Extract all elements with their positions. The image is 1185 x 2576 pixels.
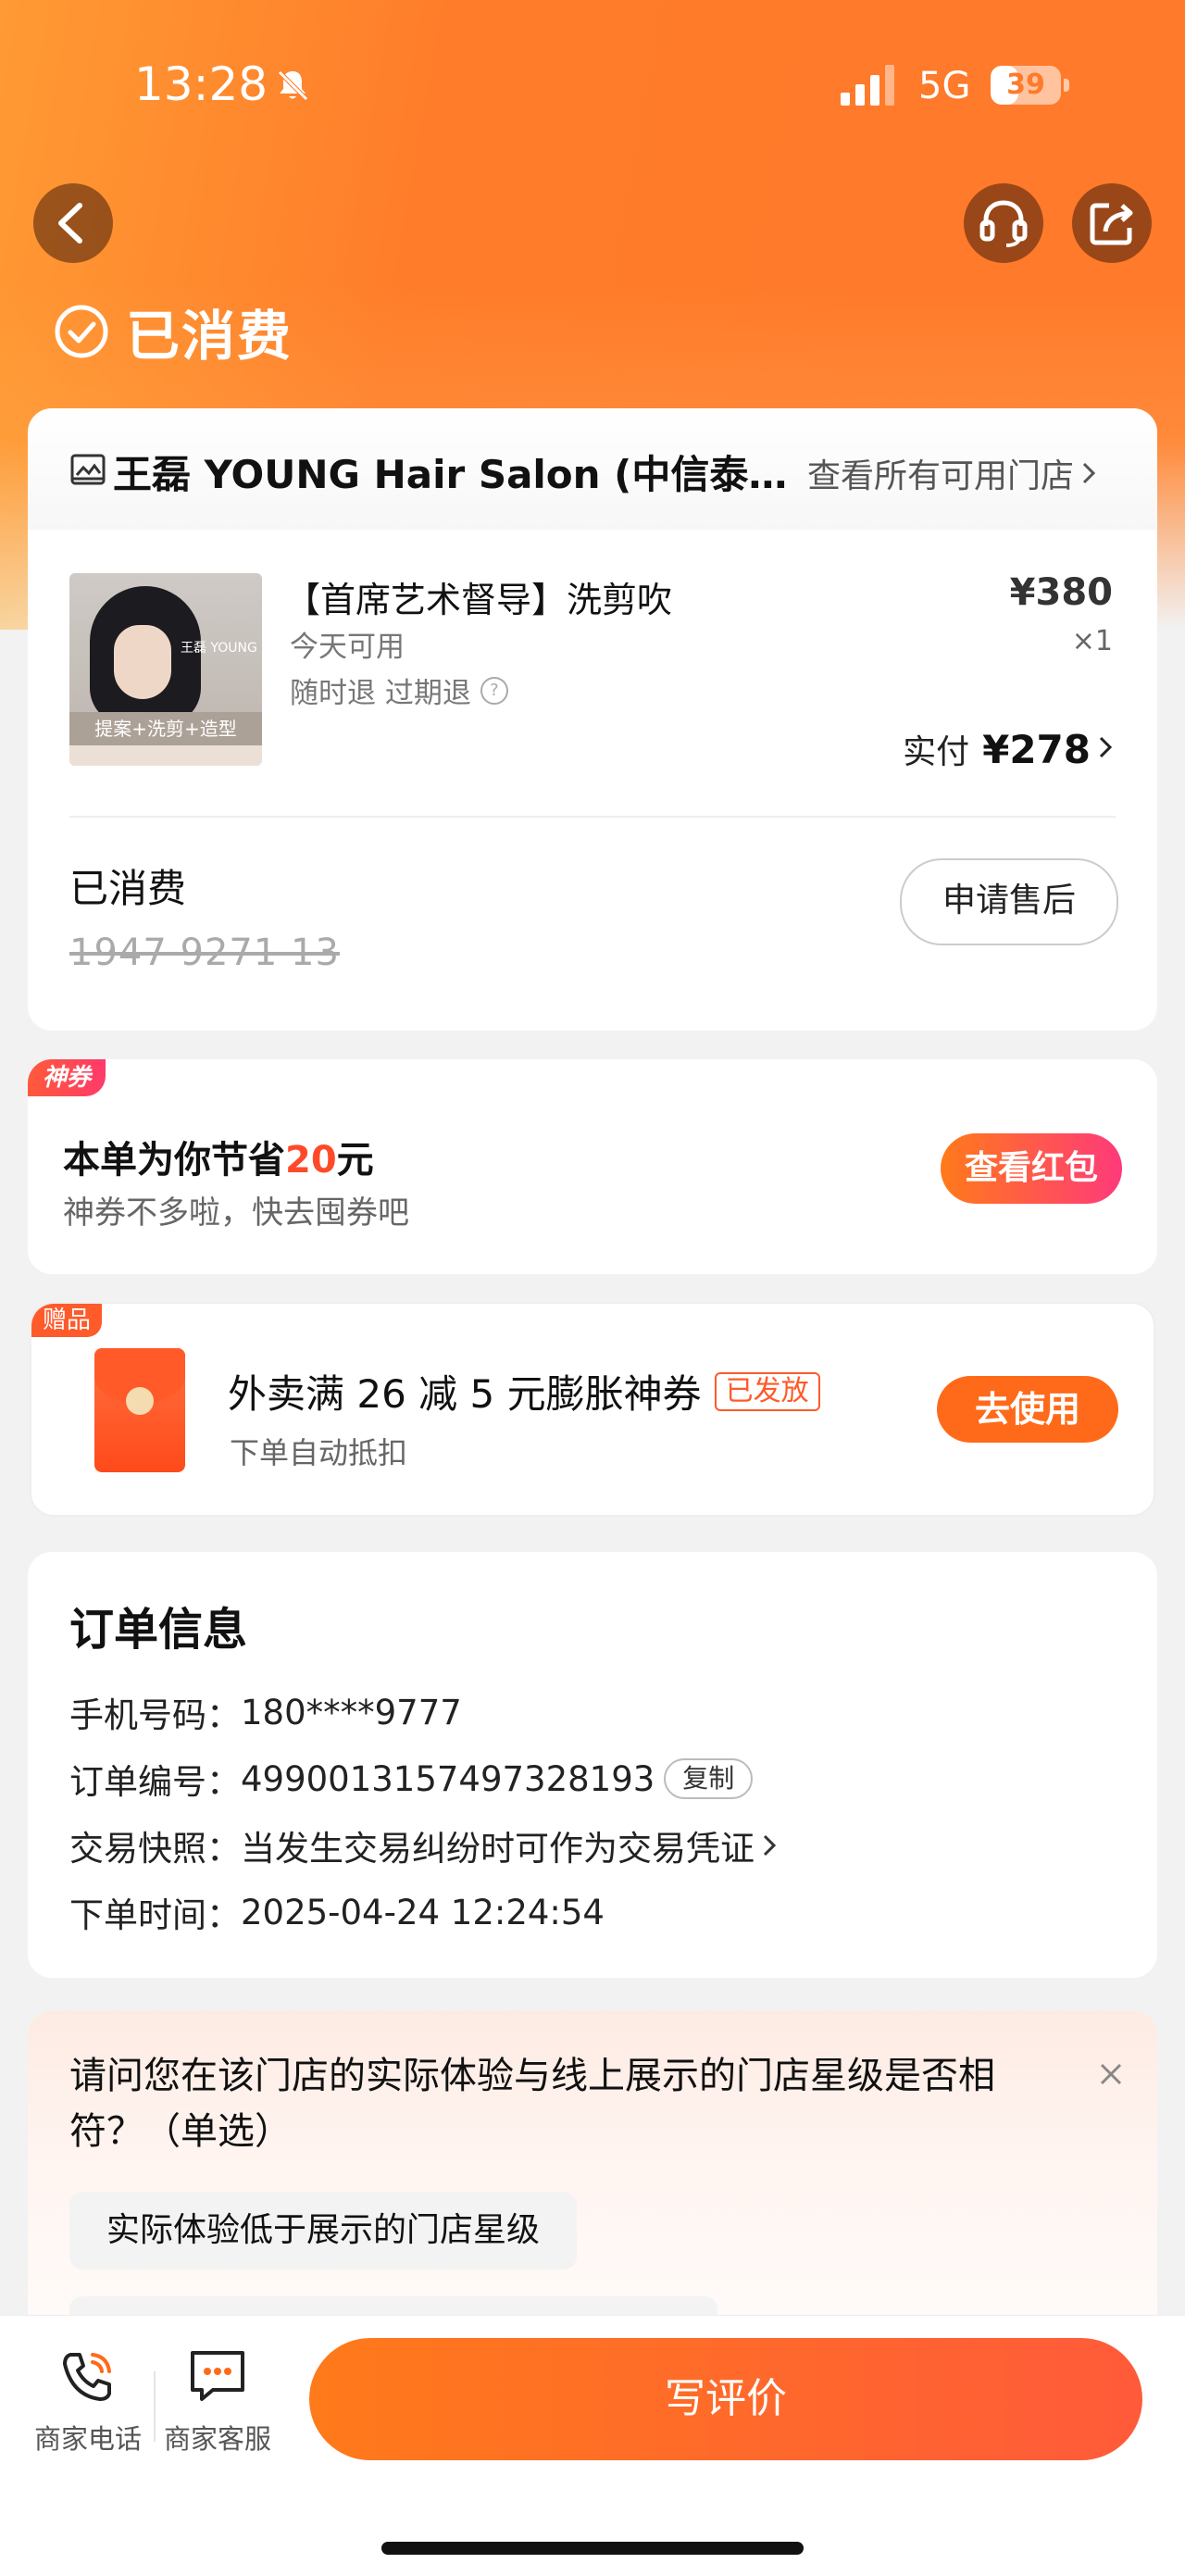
order-info-title: 订单信息	[69, 1604, 248, 1656]
coupon-tag: 神券	[28, 1059, 106, 1096]
coupon-subtitle: 神券不多啦，快去囤券吧	[63, 1194, 409, 1232]
survey-option[interactable]: 实际体验低于展示的门店星级	[69, 2192, 578, 2270]
silent-bell-icon	[278, 70, 308, 101]
share-icon	[1090, 203, 1133, 245]
saving-suffix: 元	[336, 1139, 374, 1182]
merchant-service-button[interactable]: 商家客服	[157, 2344, 278, 2457]
store-name[interactable]: 王磊 YOUNG Hair Salon (中信泰富...	[113, 444, 789, 500]
merchant-service-label: 商家客服	[163, 2423, 271, 2455]
phone-value: 180****9777	[241, 1692, 462, 1732]
paid-amount-row[interactable]: 实付 ¥278	[903, 725, 1116, 773]
voucher-code: 1947 9271 13	[69, 932, 340, 974]
chevron-right-icon	[763, 1834, 777, 1857]
gift-card: 赠品 外卖满 26 减 5 元膨胀神券 已发放 下单自动抵扣 去使用	[30, 1302, 1155, 1517]
store-header[interactable]: 王磊 YOUNG Hair Salon (中信泰富... 查看所有可用门店	[28, 408, 1157, 530]
write-review-button[interactable]: 写评价	[309, 2338, 1142, 2460]
gift-title: 外卖满 26 减 5 元膨胀神券	[228, 1371, 702, 1417]
coupon-card: 神券 本单为你节省20元 神券不多啦，快去囤券吧 查看红包	[28, 1059, 1157, 1274]
use-coupon-button[interactable]: 去使用	[937, 1376, 1118, 1443]
network-type: 5G	[918, 65, 971, 107]
issued-badge: 已发放	[714, 1371, 820, 1411]
order-info-card: 订单信息 手机号码： 180****9777 订单编号： 49900131574…	[28, 1552, 1157, 1978]
chat-icon	[191, 2351, 244, 2401]
voucher-status: 已消费	[69, 866, 187, 911]
gift-title-row: 外卖满 26 减 5 元膨胀神券 已发放	[228, 1363, 820, 1419]
order-number-value: 4990013157497328193	[241, 1758, 655, 1799]
saving-text: 本单为你节省20元	[63, 1130, 374, 1183]
chevron-left-icon	[58, 203, 82, 244]
copy-button[interactable]: 复制	[664, 1758, 754, 1799]
signal-icon	[841, 65, 894, 106]
order-time-row: 下单时间： 2025-04-24 12:24:54	[69, 1887, 605, 1937]
red-envelope-icon	[94, 1348, 185, 1472]
snapshot-row[interactable]: 交易快照： 当发生交易纠纷时可作为交易凭证	[69, 1820, 780, 1870]
paid-amount: ¥278	[982, 727, 1091, 772]
all-stores-link[interactable]: 查看所有可用门店	[807, 449, 1098, 497]
product-price: ¥380	[1009, 571, 1113, 614]
check-circle-icon	[55, 305, 108, 358]
gift-tag: 赠品	[31, 1304, 103, 1337]
bottom-action-bar: 商家电话 商家客服 写评价	[0, 2315, 1185, 2576]
share-button[interactable]	[1072, 183, 1152, 263]
order-number-label: 订单编号：	[69, 1762, 241, 1802]
close-icon[interactable]	[1092, 2056, 1129, 2093]
merchant-phone-label: 商家电话	[33, 2423, 142, 2455]
customer-service-button[interactable]	[964, 183, 1043, 263]
divider	[154, 2371, 156, 2442]
snapshot-label: 交易快照：	[69, 1829, 241, 1869]
question-icon[interactable]: ?	[480, 676, 508, 705]
order-card: 王磊 YOUNG Hair Salon (中信泰富... 查看所有可用门店 王磊…	[28, 408, 1157, 1031]
headset-icon	[979, 200, 1028, 247]
phone-row: 手机号码： 180****9777	[69, 1687, 462, 1737]
home-indicator[interactable]	[381, 2542, 804, 2555]
order-time-value: 2025-04-24 12:24:54	[241, 1892, 605, 1932]
phone-label: 手机号码：	[69, 1695, 241, 1735]
view-red-packet-button[interactable]: 查看红包	[941, 1133, 1122, 1204]
store-icon	[70, 454, 106, 485]
order-number-row: 订单编号： 4990013157497328193 复制	[69, 1754, 754, 1804]
gift-subtitle: 下单自动抵扣	[230, 1435, 408, 1470]
product-quantity: ×1	[1071, 625, 1113, 657]
battery-icon: 39	[991, 66, 1070, 105]
paid-label: 实付	[903, 733, 970, 771]
status-time: 13:28	[134, 57, 268, 111]
refund-policy: 随时退 过期退 ?	[290, 669, 508, 711]
product-availability: 今天可用	[290, 631, 405, 664]
order-time-label: 下单时间：	[69, 1895, 241, 1935]
chevron-right-icon	[1082, 462, 1096, 484]
saving-prefix: 本单为你节省	[63, 1139, 285, 1182]
survey-question: 请问您在该门店的实际体验与线上展示的门店星级是否相符？（单选）	[69, 2055, 995, 2153]
after-sale-button[interactable]: 申请售后	[900, 858, 1118, 945]
battery-level: 39	[1006, 69, 1045, 101]
product-image[interactable]: 王磊 YOUNG 提案+洗剪+造型	[69, 573, 262, 766]
order-status-header: 已消费	[54, 294, 293, 369]
divider	[69, 816, 1116, 818]
order-status-text: 已消费	[126, 305, 293, 368]
saving-amount: 20	[285, 1139, 337, 1182]
product-image-brand: 王磊 YOUNG	[181, 641, 257, 656]
chevron-right-icon	[1099, 736, 1113, 758]
status-bar: 13:28 5G 39	[0, 0, 1185, 176]
product-image-caption: 提案+洗剪+造型	[69, 712, 262, 745]
merchant-phone-button[interactable]: 商家电话	[28, 2344, 148, 2457]
phone-icon	[63, 2353, 111, 2401]
snapshot-text: 当发生交易纠纷时可作为交易凭证	[241, 1829, 755, 1869]
product-title[interactable]: 【首席艺术督导】洗剪吹	[285, 571, 672, 622]
all-stores-label: 查看所有可用门店	[807, 457, 1075, 495]
back-button[interactable]	[33, 183, 113, 263]
refund-policy-text: 随时退 过期退	[290, 677, 471, 710]
